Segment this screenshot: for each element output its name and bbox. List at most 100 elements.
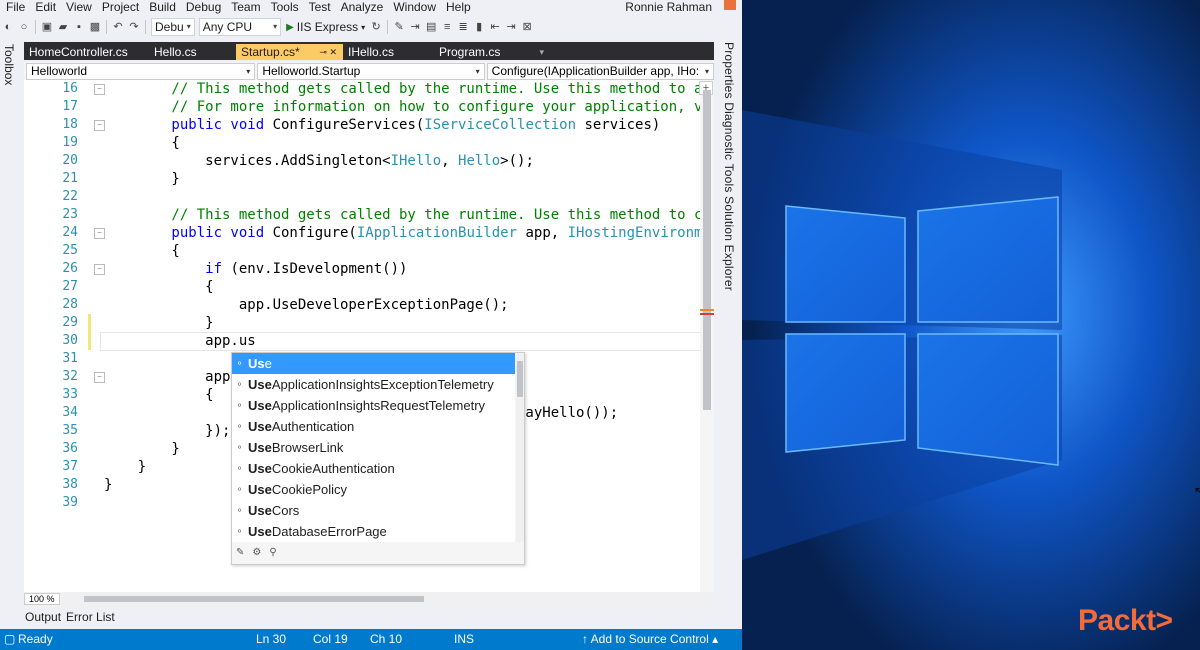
project-dropdown[interactable]: Helloworld ▾: [26, 62, 256, 80]
completion-item[interactable]: ⚬ Use ApplicationInsightsExceptionTelemetr…: [232, 374, 515, 395]
menu-team[interactable]: Team: [226, 0, 265, 14]
code-line[interactable]: app.: [104, 368, 239, 386]
collapse-icon[interactable]: −: [94, 228, 105, 239]
intellisense-popup[interactable]: ⚬ Us e ⚬ Use ApplicationInsightsExceptionTele…: [231, 352, 525, 565]
wrench-icon[interactable]: ✎: [236, 547, 244, 558]
tab-overflow-icon[interactable]: ▾: [539, 44, 714, 60]
bookmark-icon[interactable]: ▮: [472, 20, 486, 34]
open-file-icon[interactable]: ▰: [56, 20, 70, 34]
add-to-source-control-button[interactable]: ↑ Add to Source Control ▴: [582, 629, 718, 650]
collapse-icon[interactable]: −: [94, 120, 105, 131]
code-line[interactable]: app.UseDeveloperExceptionPage();: [104, 296, 509, 314]
menu-edit[interactable]: Edit: [30, 0, 61, 14]
code-editor[interactable]: 16 17 18 19 20 21 22 23 24 25 26 27 28 29 30 31 32 33 34 35…: [24, 80, 714, 592]
code-line[interactable]: public void Configure(IApplicationBuilde…: [104, 224, 714, 242]
comment-icon[interactable]: ≡: [440, 20, 454, 34]
completion-item[interactable]: ⚬ Use CookieAuthentication: [232, 458, 515, 479]
configuration-dropdown[interactable]: Debu ▾: [151, 18, 195, 36]
zoom-level[interactable]: 100 %: [24, 593, 60, 605]
menu-file[interactable]: File: [0, 0, 30, 14]
right-panel-tabs[interactable]: Properties Diagnostic Tools Solution Exp…: [718, 40, 742, 628]
code-line[interactable]: // For more information on how to config…: [104, 98, 714, 116]
save-all-icon[interactable]: ▩: [88, 20, 102, 34]
completion-match: Use: [248, 482, 272, 497]
code-line[interactable]: }: [104, 458, 146, 476]
step-icon[interactable]: ⇥: [408, 20, 422, 34]
tab-startup[interactable]: Startup.cs* ⊸ ✕: [236, 44, 343, 60]
code-line[interactable]: public void ConfigureServices(IServiceCo…: [104, 116, 660, 134]
vertical-scrollbar[interactable]: +: [699, 80, 714, 592]
menu-window[interactable]: Window: [388, 0, 441, 14]
clear-bookmarks-icon[interactable]: ⊠: [520, 20, 534, 34]
menu-debug[interactable]: Debug: [181, 0, 226, 14]
new-project-icon[interactable]: ▣: [40, 20, 54, 34]
code-line[interactable]: }: [104, 476, 112, 494]
next-bookmark-icon[interactable]: ⇥: [504, 20, 518, 34]
completion-item[interactable]: ⚬ Use BrowserLink: [232, 437, 515, 458]
menu-project[interactable]: Project: [97, 0, 144, 14]
code-line[interactable]: }: [104, 170, 179, 188]
browser-link-icon[interactable]: ✎: [392, 20, 406, 34]
code-line[interactable]: {: [104, 278, 213, 296]
tab-output[interactable]: Output: [24, 608, 65, 626]
extension-method-icon: ⚬: [235, 442, 244, 452]
collapse-icon[interactable]: −: [94, 372, 105, 383]
completion-scroll-thumb[interactable]: [517, 361, 523, 397]
tab-ihello[interactable]: IHello.cs: [343, 44, 434, 60]
menu-view[interactable]: View: [61, 0, 97, 14]
code-line[interactable]: app.us: [104, 332, 256, 350]
refresh-icon[interactable]: ↻: [369, 20, 383, 34]
save-icon[interactable]: ▪: [72, 20, 86, 34]
tab-hello[interactable]: Hello.cs: [149, 44, 236, 60]
completion-list[interactable]: ⚬ Us e ⚬ Use ApplicationInsightsExceptionTele…: [232, 353, 515, 542]
redo-icon[interactable]: ↷: [127, 20, 141, 34]
undo-icon[interactable]: ↶: [111, 20, 125, 34]
back-icon[interactable]: ◐: [1, 20, 15, 34]
code-line[interactable]: if (env.IsDevelopment()): [104, 260, 407, 278]
completion-item[interactable]: ⚬ Use ApplicationInsightsRequestTelemetry: [232, 395, 515, 416]
completion-item[interactable]: ⚬ Use Cors: [232, 500, 515, 521]
toolbox-panel[interactable]: Toolbox: [0, 40, 22, 628]
completion-item[interactable]: ⚬ Us e: [232, 353, 515, 374]
menu-help[interactable]: Help: [441, 0, 476, 14]
uncomment-icon[interactable]: ≣: [456, 20, 470, 34]
tab-error-list[interactable]: Error List: [65, 608, 119, 626]
code-line[interactable]: {: [104, 134, 179, 152]
completion-scrollbar[interactable]: [516, 353, 524, 542]
tab-home-controller[interactable]: HomeController.cs: [24, 44, 149, 60]
code-line[interactable]: }: [104, 440, 179, 458]
completion-item[interactable]: ⚬ Use CookiePolicy: [232, 479, 515, 500]
code-token: app.: [104, 369, 239, 385]
code-line[interactable]: {: [104, 386, 213, 404]
class-dropdown[interactable]: Helloworld.Startup ▾: [257, 62, 485, 80]
code-line[interactable]: services.AddSingleton<IHello, Hello>();: [104, 152, 534, 170]
menu-test[interactable]: Test: [304, 0, 336, 14]
menu-tools[interactable]: Tools: [266, 0, 304, 14]
code-line[interactable]: {: [104, 242, 179, 260]
horizontal-scroll-thumb[interactable]: [84, 596, 424, 602]
pin-icon[interactable]: ⊸: [319, 47, 327, 57]
extension-filter-icon[interactable]: ⚲: [269, 547, 276, 558]
code-line[interactable]: });: [104, 422, 230, 440]
completion-item[interactable]: ⚬ Use DatabaseErrorPage: [232, 521, 515, 542]
menu-build[interactable]: Build: [144, 0, 181, 14]
forward-icon[interactable]: ○: [17, 20, 31, 34]
vertical-scroll-thumb[interactable]: [703, 90, 711, 410]
attach-icon[interactable]: ▤: [424, 20, 438, 34]
tab-program[interactable]: Program.cs: [434, 44, 539, 60]
property-filter-icon[interactable]: ⚙: [252, 547, 261, 558]
prev-bookmark-icon[interactable]: ⇤: [488, 20, 502, 34]
code-line[interactable]: }: [104, 314, 213, 332]
user-name[interactable]: Ronnie Rahman: [625, 0, 712, 14]
platform-dropdown[interactable]: Any CPU ▾: [198, 18, 282, 36]
user-avatar-icon[interactable]: [724, 0, 736, 10]
code-line[interactable]: // This method gets called by the runtim…: [104, 80, 714, 98]
run-button[interactable]: ▶ IIS Express ▾: [286, 20, 365, 34]
collapse-icon[interactable]: −: [94, 84, 105, 95]
close-icon[interactable]: ✕: [329, 47, 337, 57]
completion-item[interactable]: ⚬ Use Authentication: [232, 416, 515, 437]
code-line[interactable]: // This method gets called by the runtim…: [104, 206, 714, 224]
menu-analyze[interactable]: Analyze: [336, 0, 389, 14]
collapse-icon[interactable]: −: [94, 264, 105, 275]
member-dropdown[interactable]: Configure(IApplicationBuilder app, IHo: ▾: [486, 62, 714, 80]
